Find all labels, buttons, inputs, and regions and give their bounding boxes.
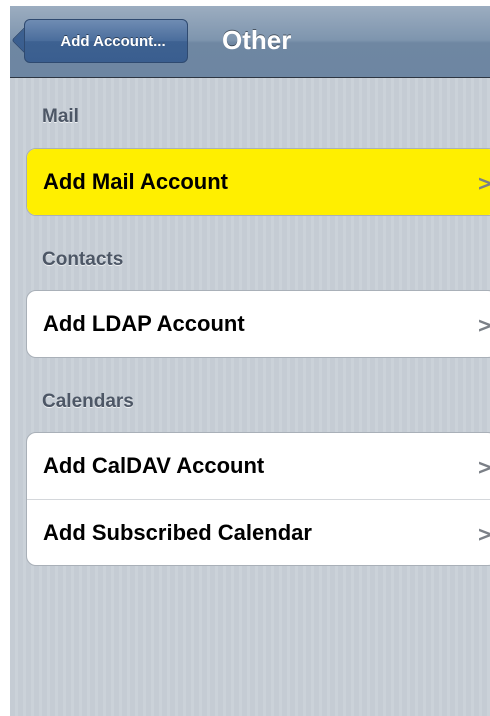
contacts-group: Add LDAP Account > <box>26 290 490 358</box>
back-button[interactable]: Add Account... <box>24 19 188 63</box>
navigation-bar: Add Account... Other <box>10 6 490 78</box>
add-mail-account-row[interactable]: Add Mail Account > <box>27 149 490 215</box>
row-label: Add CalDAV Account <box>43 453 265 478</box>
row-label: Add Subscribed Calendar <box>43 519 312 545</box>
chevron-right-icon: > <box>478 313 490 338</box>
calendars-group: Add CalDAV Account > Add Subscribed Cale… <box>26 432 490 566</box>
row-label: Add Mail Account <box>43 169 228 194</box>
section-header-contacts: Contacts <box>42 249 124 270</box>
section-header-mail: Mail <box>42 106 79 127</box>
add-ldap-account-row[interactable]: Add LDAP Account > <box>27 291 490 357</box>
page-title: Other <box>222 25 292 55</box>
row-label: Add LDAP Account <box>43 311 245 336</box>
chevron-right-icon: > <box>478 171 490 196</box>
add-caldav-account-row[interactable]: Add CalDAV Account > <box>27 433 490 499</box>
mail-group: Add Mail Account > <box>26 148 490 216</box>
section-header-calendars: Calendars <box>42 391 134 412</box>
settings-screen: Add Account... Other Mail Add Mail Accou… <box>10 6 490 716</box>
back-button-label: Add Account... <box>60 32 166 50</box>
chevron-right-icon: > <box>478 455 490 480</box>
chevron-right-icon: > <box>478 522 490 547</box>
add-subscribed-calendar-row[interactable]: Add Subscribed Calendar > <box>27 499 490 565</box>
